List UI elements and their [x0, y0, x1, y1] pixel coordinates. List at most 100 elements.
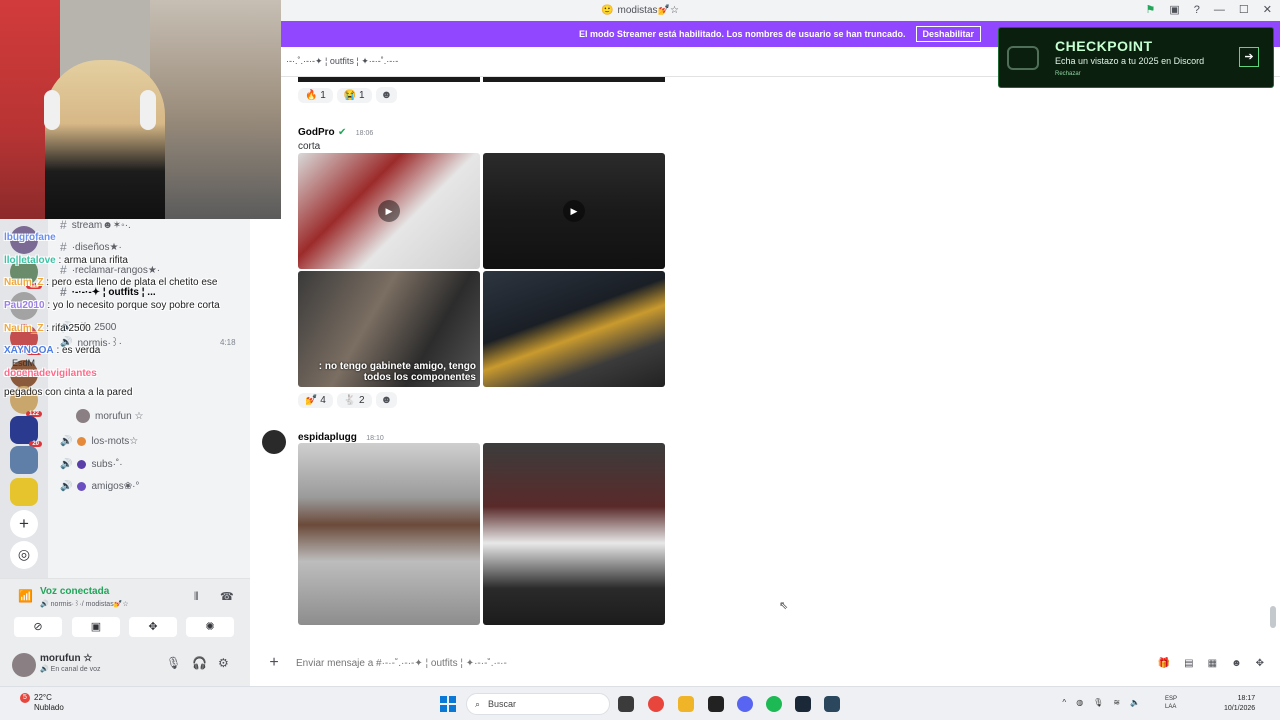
activities-icon: ✥	[148, 621, 158, 633]
files-icon[interactable]	[618, 696, 634, 712]
voice-channel-item[interactable]: 🔊 amigos❀·°	[60, 481, 139, 492]
streamer-banner-text: El modo Streamer está habilitado. Los no…	[578, 29, 906, 39]
search-label: Buscar	[488, 699, 517, 709]
weather-desc: Nublado	[34, 703, 64, 712]
soundboard-button[interactable]: ✺	[186, 617, 234, 637]
discover-icon[interactable]: ◎	[10, 541, 38, 569]
checkpoint-promo[interactable]: CHECKPOINT Echa un vistazo a tu 2025 en …	[998, 27, 1274, 88]
weather-temp: 22°C	[34, 693, 52, 702]
reaction-bar: 💅 4 🐇 2 ☻	[298, 392, 398, 408]
member-name: morufun ☆	[95, 410, 144, 422]
server-icon[interactable]	[10, 446, 38, 474]
arrow-right-icon[interactable]: ➔	[1239, 47, 1259, 67]
clock[interactable]: 18:17 10/1/2026	[1224, 694, 1255, 714]
windows-start-icon[interactable]	[440, 696, 456, 712]
gear-icon[interactable]: ⚙	[218, 656, 229, 670]
taskbar-search[interactable]: ⌕ Buscar	[466, 693, 610, 715]
reaction[interactable]: 🐇 2	[336, 392, 372, 408]
reaction[interactable]: 😭 1	[336, 87, 372, 103]
chrome-icon[interactable]	[648, 696, 664, 712]
avatar[interactable]	[262, 430, 286, 454]
voice-status[interactable]: Voz conectada	[40, 586, 109, 597]
add-attachment-icon[interactable]: +	[262, 654, 286, 672]
app-icon[interactable]	[708, 696, 724, 712]
play-icon[interactable]: ▶	[563, 200, 585, 222]
spotify-icon[interactable]	[766, 696, 782, 712]
channel-label: amigos❀·°	[91, 481, 140, 492]
video-attachment[interactable]: ▶	[483, 153, 665, 269]
disable-streamer-button[interactable]: Deshabilitar	[915, 26, 982, 42]
steam-icon[interactable]	[795, 696, 811, 712]
screen-share-icon: ▣	[90, 621, 102, 633]
camera-off-icon: ⊘	[33, 621, 43, 633]
gift-icon[interactable]: 🎁	[1158, 658, 1170, 669]
overlay-message: Naum_Z : rifa 2500	[4, 323, 91, 334]
add-server-icon[interactable]: +	[10, 510, 38, 538]
checkpoint-dismiss[interactable]: Rechazar	[1055, 71, 1081, 77]
reaction[interactable]: 🔥 1	[298, 87, 333, 103]
maximize-icon[interactable]: ☐	[1239, 3, 1249, 16]
server-icon[interactable]: 20	[10, 416, 42, 447]
image-attachment[interactable]	[483, 271, 665, 387]
screen-share-button[interactable]: ▣	[72, 617, 120, 637]
minimize-icon[interactable]: —	[1214, 4, 1225, 16]
overlay-message: XAYNOOA : es verda	[4, 345, 101, 356]
voice-channel-item[interactable]: 🔊 subs·˚·	[60, 459, 123, 470]
server-icon[interactable]	[10, 478, 38, 506]
gif-icon[interactable]: ▤	[1184, 658, 1193, 669]
volume-icon[interactable]: 🔈	[1130, 698, 1140, 707]
wifi-icon[interactable]: ≋	[1113, 698, 1120, 707]
microphone-icon[interactable]: 🎙	[166, 656, 181, 670]
play-icon[interactable]: ▶	[378, 200, 400, 222]
add-reaction-icon[interactable]: ☻	[375, 392, 398, 408]
activities-button[interactable]: ✥	[129, 617, 177, 637]
message-input[interactable]	[296, 657, 1116, 669]
sticker-icon[interactable]: ▦	[1208, 658, 1217, 669]
shelf	[150, 0, 281, 219]
message-author[interactable]: GodPro	[298, 127, 335, 138]
flag-icon[interactable]: ⚑	[1146, 3, 1156, 16]
folder-icon[interactable]	[678, 696, 694, 712]
video-attachment[interactable]: ▶	[298, 153, 480, 269]
attachment-image[interactable]	[483, 77, 665, 82]
image-attachment[interactable]	[483, 443, 665, 625]
user-panel: morufun ☆ 🔊 En canal de voz 🎙 🎧 ⚙	[0, 644, 250, 686]
attachment-image[interactable]	[298, 77, 480, 82]
app-icon[interactable]	[824, 696, 840, 712]
avatar	[77, 482, 87, 491]
chat-scrollbar[interactable]	[1270, 606, 1276, 628]
emoji-icon[interactable]: ☻	[1231, 658, 1242, 669]
help-icon[interactable]: ?	[1194, 4, 1200, 16]
monitor-icon[interactable]: ▣	[1169, 3, 1179, 16]
close-icon[interactable]: ✕	[1263, 3, 1272, 16]
avatar[interactable]	[12, 653, 36, 677]
image-attachment[interactable]	[298, 443, 480, 625]
reaction[interactable]: 💅 4	[298, 392, 333, 408]
headphones-icon	[44, 90, 60, 130]
clock-time: 18:17	[1237, 695, 1256, 702]
image-attachment[interactable]: : no tengo gabinete amigo, tengo todos l…	[298, 271, 480, 387]
noise-suppression-icon[interactable]: ⫴	[194, 591, 199, 604]
voice-channel-item[interactable]: 🔊 los-mots☆	[60, 436, 138, 447]
headphones-icon[interactable]: 🎧	[192, 656, 207, 670]
language-indicator[interactable]: ESP LAA	[1165, 695, 1177, 711]
weather-widget[interactable]: 5 22°C Nublado	[20, 693, 64, 713]
server-emoji-icon: 🙂	[601, 5, 614, 16]
system-tray: ^ ◍ 🎙 ≋ 🔈	[1062, 698, 1140, 707]
disconnect-icon[interactable]: ☎	[220, 590, 234, 603]
message-author[interactable]: espidaplugg	[298, 432, 357, 443]
message-composer: + 🎁 ▤ ▦ ☻ ✥	[262, 648, 1272, 678]
voice-member[interactable]: morufun ☆	[76, 409, 143, 423]
discord-icon[interactable]	[737, 696, 753, 712]
clock-date: 10/1/2026	[1224, 705, 1256, 712]
overlay-message: docenadevigilantes	[4, 368, 97, 379]
add-reaction-icon[interactable]: ☻	[375, 87, 398, 103]
apps-icon[interactable]: ✥	[1256, 658, 1264, 669]
message-header: espidaplugg 18:10	[298, 429, 384, 443]
network-icon[interactable]: ◍	[1076, 698, 1083, 707]
camera-off-button[interactable]: ⊘	[14, 617, 62, 637]
notification-badge: 5	[20, 693, 30, 703]
mic-icon[interactable]: 🎙	[1093, 698, 1103, 707]
reaction-bar: 🔥 1 😭 1 ☻	[298, 87, 398, 103]
chevron-up-icon[interactable]: ^	[1062, 698, 1066, 707]
